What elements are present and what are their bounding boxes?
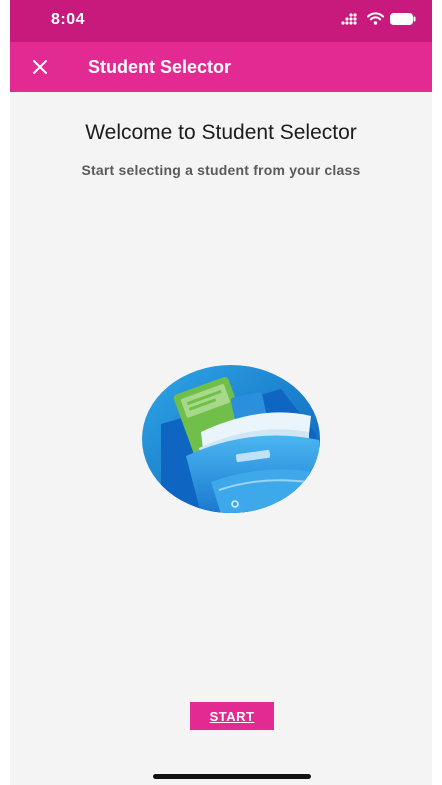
app-screen: 8:04 Student Selector Welcome to Student… <box>10 0 432 785</box>
close-button[interactable] <box>26 53 54 81</box>
welcome-title: Welcome to Student Selector <box>85 121 357 144</box>
wifi-icon <box>367 12 384 30</box>
app-bar: Student Selector <box>10 42 432 92</box>
welcome-subtitle: Start selecting a student from your clas… <box>81 162 361 178</box>
school-bag-illustration <box>141 364 321 514</box>
status-icons <box>341 12 416 30</box>
battery-icon <box>390 12 416 30</box>
app-title: Student Selector <box>88 57 232 77</box>
close-icon <box>33 60 47 74</box>
start-button[interactable]: START <box>190 702 274 730</box>
school-bag-with-books-icon <box>142 365 320 513</box>
status-bar: 8:04 <box>10 0 432 42</box>
home-indicator[interactable] <box>153 774 311 779</box>
status-time: 8:04 <box>51 11 86 28</box>
cellular-signal-icon <box>341 12 361 30</box>
